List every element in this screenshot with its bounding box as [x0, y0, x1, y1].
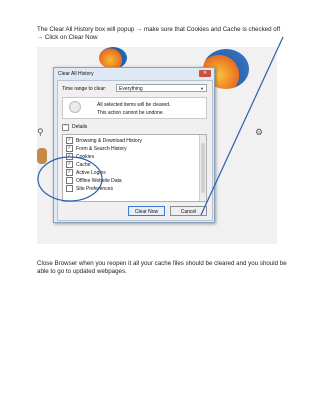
list-item[interactable]: ✓ Form & Search History [66, 145, 127, 152]
gear-icon: ⚙ [255, 127, 264, 137]
item-label: Cookies [76, 153, 95, 160]
instruction-top: The Clear All History box will popup → m… [37, 26, 281, 42]
warning-box: All selected items will be cleared. This… [62, 97, 207, 119]
item-label: Offline Website Data [76, 177, 122, 184]
checkbox[interactable]: ✓ [66, 137, 73, 144]
list-item[interactable]: ✓ Cookies [66, 153, 94, 160]
list-item[interactable]: ✓ Active Logins [66, 169, 106, 176]
time-range-select[interactable]: Everything ▼ [116, 84, 207, 92]
history-items-list: ✓ Browsing & Download History ✓ Form & Sea… [62, 134, 207, 202]
item-label: Form & Search History [76, 145, 127, 152]
item-label: Cache [76, 161, 91, 168]
time-range-label: Time range to clear: [62, 86, 107, 92]
time-range-value: Everything [119, 86, 143, 92]
details-label[interactable]: Details [72, 124, 87, 130]
list-item[interactable]: Offline Website Data [66, 177, 122, 184]
instruction-bottom: Close Browser when you reopen it all you… [37, 260, 287, 276]
close-icon[interactable]: ✕ [199, 70, 211, 77]
list-item[interactable]: Site Preferences [66, 185, 113, 192]
warning-icon [69, 101, 81, 113]
item-label: Active Logins [76, 169, 106, 176]
checkbox[interactable]: ✓ [66, 169, 73, 176]
dialog-title: Clear All History [58, 71, 94, 77]
dialog-body: Time range to clear: Everything ▼ All se… [57, 80, 213, 221]
magnifier-icon: ⚲ [37, 127, 44, 137]
checkbox[interactable] [66, 177, 73, 184]
list-item[interactable]: ✓ Browsing & Download History [66, 137, 142, 144]
item-label: Site Preferences [76, 185, 113, 192]
scrollbar[interactable] [199, 135, 206, 201]
background-graphic [37, 148, 47, 164]
checkbox[interactable] [66, 185, 73, 192]
clear-now-button[interactable]: Clear Now [128, 206, 165, 216]
cancel-button[interactable]: Cancel [170, 206, 207, 216]
chevron-down-icon: ▼ [200, 86, 204, 91]
warning-line-2: This action cannot be undone. [97, 110, 164, 116]
checkbox[interactable]: ✓ [66, 153, 73, 160]
details-toggle-icon[interactable]: ⌃ [62, 124, 69, 131]
warning-line-1: All selected items will be cleared. [97, 102, 171, 108]
scrollbar-thumb[interactable] [201, 143, 205, 193]
clear-history-dialog: Clear All History ✕ Time range to clear:… [53, 67, 215, 223]
list-item[interactable]: ✓ Cache [66, 161, 90, 168]
firefox-logo-icon [99, 47, 127, 69]
checkbox[interactable]: ✓ [66, 161, 73, 168]
checkbox[interactable]: ✓ [66, 145, 73, 152]
screenshot: ⚲ ⚙ Clear All History ✕ Time range to cl… [37, 47, 277, 244]
item-label: Browsing & Download History [76, 137, 142, 144]
